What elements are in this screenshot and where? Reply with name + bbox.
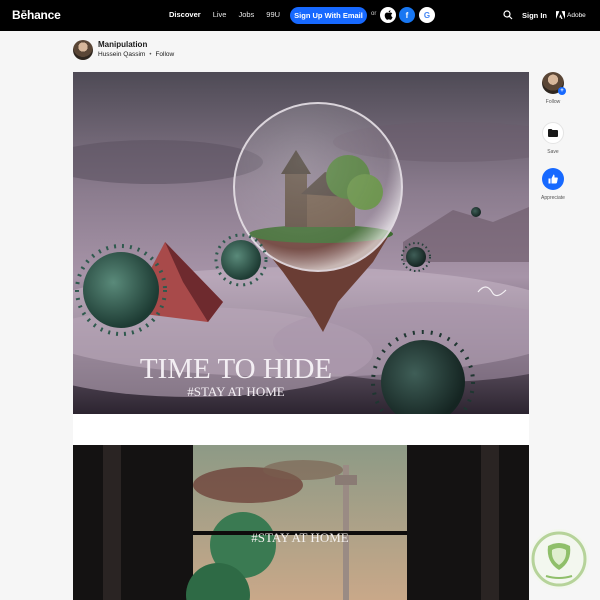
apple-signin-button[interactable] (380, 7, 396, 23)
project-image-1[interactable]: TIME TO HIDE #STAY AT HOME (73, 72, 529, 414)
google-signin-button[interactable]: G (419, 7, 435, 23)
banner-text: #STAY AT HOME (251, 530, 349, 545)
rail-appreciate-button[interactable]: Appreciate (539, 168, 567, 201)
owner-line: Hussein Qassim • Follow (98, 51, 174, 58)
adobe-link[interactable]: Adobe (556, 11, 586, 19)
owner-name[interactable]: Hussein Qassim (98, 51, 145, 58)
subline-text: #STAY AT HOME (187, 384, 285, 399)
nav-link-jobs[interactable]: Jobs (238, 10, 254, 19)
owner-avatar[interactable] (73, 40, 93, 60)
rail-save-label: Save (547, 149, 559, 155)
search-icon[interactable] (503, 10, 513, 20)
separator: • (149, 51, 152, 58)
project-artwork-1: TIME TO HIDE #STAY AT HOME (73, 72, 529, 414)
adobe-label: Adobe (567, 11, 586, 19)
project-artwork-2: #STAY AT HOME (73, 445, 529, 600)
rail-follow-button[interactable]: + Follow (539, 72, 567, 105)
watermark-logo (529, 529, 589, 589)
headline-text: TIME TO HIDE (140, 353, 332, 385)
rail-follow-label: Follow (545, 99, 561, 105)
sign-up-email-button[interactable]: Sign Up With Email (290, 7, 367, 24)
or-label: or (371, 11, 377, 17)
rail-owner-avatar[interactable]: + (542, 72, 566, 95)
plus-icon: + (558, 87, 566, 95)
nav-links: Discover Live Jobs 99U (169, 10, 292, 19)
follow-link[interactable]: Follow (155, 51, 174, 58)
apple-icon (384, 10, 392, 20)
sign-in-link[interactable]: Sign In (522, 11, 547, 20)
nav-link-99u[interactable]: 99U (266, 10, 280, 19)
nav-link-discover[interactable]: Discover (169, 10, 201, 19)
folder-icon (548, 129, 558, 137)
behance-logo[interactable]: Bēhance (12, 8, 61, 22)
project-image-2[interactable]: #STAY AT HOME (73, 445, 529, 600)
save-circle[interactable] (542, 122, 564, 144)
nav-link-live[interactable]: Live (213, 10, 227, 19)
appreciate-circle[interactable] (542, 168, 564, 190)
adobe-icon (556, 11, 565, 19)
facebook-signin-button[interactable]: f (399, 7, 415, 23)
top-nav: Bēhance Discover Live Jobs 99U Sign Up W… (0, 0, 600, 31)
project-title: Manipulation (98, 40, 148, 49)
thumbs-up-icon (548, 174, 558, 184)
rail-save-button[interactable]: Save (539, 122, 567, 155)
image-spacer (73, 414, 529, 445)
rail-appreciate-label: Appreciate (541, 195, 565, 201)
